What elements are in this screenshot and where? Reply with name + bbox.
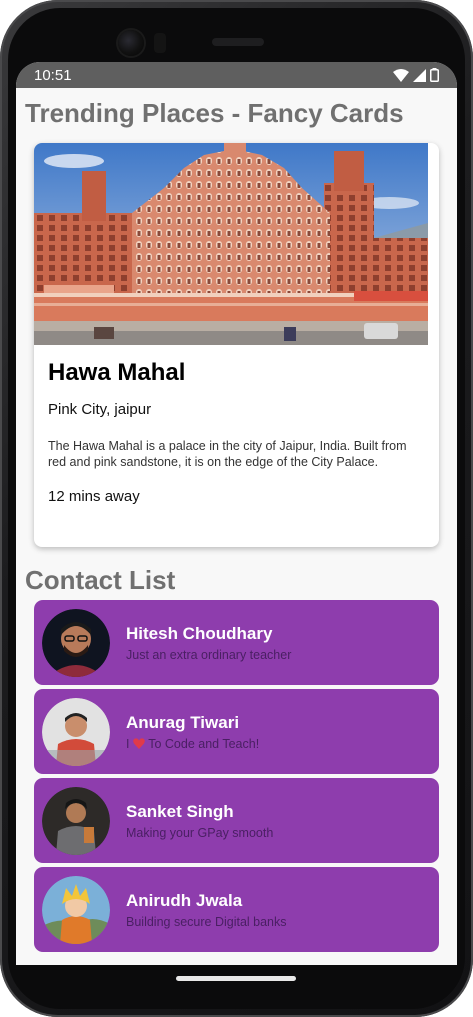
place-card[interactable]: Hawa Mahal Pink City, jaipur The Hawa Ma… xyxy=(34,143,439,547)
trending-title: Trending Places - Fancy Cards xyxy=(25,98,404,128)
wifi-icon xyxy=(393,68,409,82)
avatar-anurag xyxy=(42,697,110,766)
front-camera xyxy=(118,30,144,56)
avatar-hitesh xyxy=(42,608,110,677)
signal-icon xyxy=(413,68,426,82)
status-icons xyxy=(393,68,439,82)
contact-status-prefix: I xyxy=(126,736,130,751)
card-title: Hawa Mahal xyxy=(48,359,186,386)
contact-name: Anurag Tiwari xyxy=(126,712,240,732)
card-distance: 12 mins away xyxy=(48,488,140,505)
contact-status: Building secure Digital banks xyxy=(126,914,287,929)
status-bar: 10:51 xyxy=(16,62,457,88)
contact-status: I To Code and Teach! xyxy=(126,737,259,751)
battery-icon xyxy=(430,68,439,82)
contact-list-title: Contact List xyxy=(25,565,176,595)
contact-status: Making your GPay smooth xyxy=(126,825,274,840)
contact-item[interactable]: Hitesh Choudhary Just an extra ordinary … xyxy=(34,600,439,685)
contact-name: Hitesh Choudhary xyxy=(126,623,273,643)
avatar-anirudh xyxy=(42,875,110,944)
camera-sensor xyxy=(154,33,166,53)
heart-icon xyxy=(133,737,145,749)
card-description: The Hawa Mahal is a palace in the city o… xyxy=(48,439,407,469)
contact-name: Sanket Singh xyxy=(126,801,234,821)
contact-item[interactable]: Anurag Tiwari I To Code and Teach! xyxy=(34,689,439,774)
earpiece-speaker xyxy=(212,38,264,46)
contact-item[interactable]: Anirudh Jwala Building secure Digital ba… xyxy=(34,867,439,952)
home-gesture-bar[interactable] xyxy=(176,976,296,981)
phone-frame: 10:51 Trending Places - Fancy Cards Hawa… xyxy=(0,0,473,1017)
contact-name: Anirudh Jwala xyxy=(126,890,243,910)
status-time: 10:51 xyxy=(34,66,72,84)
avatar-sanket xyxy=(42,786,110,855)
hawa-mahal-image xyxy=(34,143,428,345)
app-screen: 10:51 Trending Places - Fancy Cards Hawa… xyxy=(16,62,457,965)
contact-item[interactable]: Sanket Singh Making your GPay smooth xyxy=(34,778,439,863)
contact-status-suffix: To Code and Teach! xyxy=(148,736,260,751)
card-location: Pink City, jaipur xyxy=(48,401,152,418)
scroll-content[interactable]: Trending Places - Fancy Cards Hawa Mahal… xyxy=(16,88,457,952)
contact-status: Just an extra ordinary teacher xyxy=(126,647,292,662)
